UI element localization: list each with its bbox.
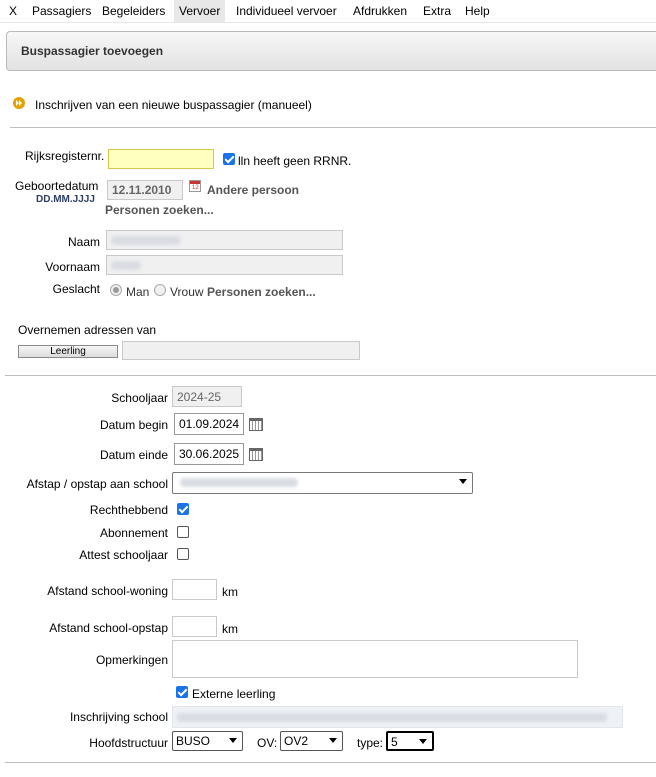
- structure-select[interactable]: BUSO: [172, 731, 243, 751]
- menu-afdrukken[interactable]: Afdrukken: [353, 0, 407, 22]
- gender-search-link[interactable]: Personen zoeken...: [207, 285, 316, 299]
- page-title: Buspassagier toevoegen: [21, 44, 164, 58]
- remarks-label: Opmerkingen: [95, 653, 168, 667]
- birthdate-format: DD.MM.JJJJ: [36, 194, 95, 205]
- subscription-label: Abonnement: [99, 526, 168, 540]
- birthdate-input[interactable]: [107, 180, 183, 200]
- no-rrn-checkbox[interactable]: [223, 153, 235, 165]
- certificate-checkbox[interactable]: [177, 548, 189, 560]
- entitled-label: Rechthebbend: [89, 503, 168, 517]
- gender-woman-radio[interactable]: [154, 284, 166, 296]
- distance-home-unit: km: [222, 585, 238, 599]
- entitled-checkbox[interactable]: [177, 503, 189, 515]
- ov-label: OV:: [257, 736, 278, 750]
- start-date-input[interactable]: [174, 413, 244, 435]
- divider: [5, 762, 656, 763]
- school-input: [172, 706, 623, 728]
- stop-label: Afstap / opstap aan school: [26, 477, 168, 491]
- menu-begeleiders[interactable]: Begeleiders: [102, 0, 165, 22]
- menu-help[interactable]: Help: [465, 0, 490, 22]
- subscription-checkbox[interactable]: [177, 526, 189, 538]
- distance-stop-input[interactable]: [172, 616, 217, 637]
- gender-man-label: Man: [126, 285, 150, 299]
- name-input[interactable]: [106, 230, 343, 250]
- gender-label: Geslacht: [52, 282, 100, 296]
- schoolyear-input[interactable]: [172, 386, 242, 407]
- address-label: Overnemen adressen van: [18, 323, 157, 337]
- divider: [10, 127, 656, 128]
- birthdate-label: Geboortedatum: [15, 179, 99, 193]
- rrn-label: Rijksregisternr.: [25, 149, 105, 163]
- name-label: Naam: [67, 235, 100, 249]
- distance-home-label: Afstand school-woning: [47, 584, 168, 598]
- menu-bar: X Passagiers Begeleiders Vervoer Individ…: [0, 0, 656, 23]
- forward-arrow-icon: [13, 97, 25, 109]
- stop-select[interactable]: [172, 472, 473, 494]
- no-rrn-label: lln heeft geen RRNR.: [238, 154, 352, 168]
- menu-passagiers[interactable]: Passagiers: [32, 0, 91, 22]
- end-date-input[interactable]: [174, 443, 244, 465]
- address-leerling-button[interactable]: Leerling: [18, 345, 118, 358]
- new-passenger-link[interactable]: Inschrijven van een nieuwe buspassagier …: [35, 98, 312, 112]
- distance-stop-unit: km: [222, 622, 238, 636]
- firstname-label: Voornaam: [45, 260, 100, 274]
- start-date-label: Datum begin: [99, 418, 168, 432]
- type-select[interactable]: 5: [386, 731, 434, 751]
- structure-select-value: BUSO: [176, 734, 211, 748]
- certificate-label: Attest schooljaar: [79, 548, 168, 562]
- structure-label: Hoofdstructuur: [89, 736, 168, 750]
- schoolyear-label: Schooljaar: [111, 391, 168, 405]
- distance-stop-label: Afstand school-opstap: [49, 621, 168, 635]
- firstname-input[interactable]: [106, 255, 343, 275]
- school-label: Inschrijving school: [69, 710, 168, 724]
- remarks-textarea[interactable]: [172, 640, 578, 678]
- other-person-link[interactable]: Andere persoon: [207, 183, 299, 197]
- menu-vervoer[interactable]: Vervoer: [174, 0, 226, 22]
- distance-home-input[interactable]: [172, 579, 217, 600]
- ov-select[interactable]: OV2: [280, 731, 343, 751]
- divider: [5, 375, 656, 376]
- external-label: Externe leerling: [192, 687, 276, 701]
- gender-man-radio[interactable]: [110, 284, 122, 296]
- gender-woman-label: Vrouw: [170, 285, 204, 299]
- menu-individueel-vervoer[interactable]: Individueel vervoer: [236, 0, 337, 22]
- end-date-label: Datum einde: [99, 448, 168, 462]
- calendar-icon[interactable]: [249, 418, 263, 431]
- type-select-value: 5: [391, 735, 398, 749]
- address-display: [122, 341, 360, 360]
- search-persons-link[interactable]: Personen zoeken...: [105, 203, 214, 217]
- calendar-icon[interactable]: [249, 448, 263, 461]
- rrn-input[interactable]: [108, 149, 214, 169]
- menu-close[interactable]: X: [9, 0, 17, 22]
- calendar-icon[interactable]: 12: [189, 180, 201, 192]
- type-label: type:: [357, 736, 384, 750]
- page-header: Buspassagier toevoegen: [6, 31, 656, 71]
- ov-select-value: OV2: [284, 734, 309, 748]
- menu-extra[interactable]: Extra: [423, 0, 451, 22]
- external-checkbox[interactable]: [176, 686, 188, 698]
